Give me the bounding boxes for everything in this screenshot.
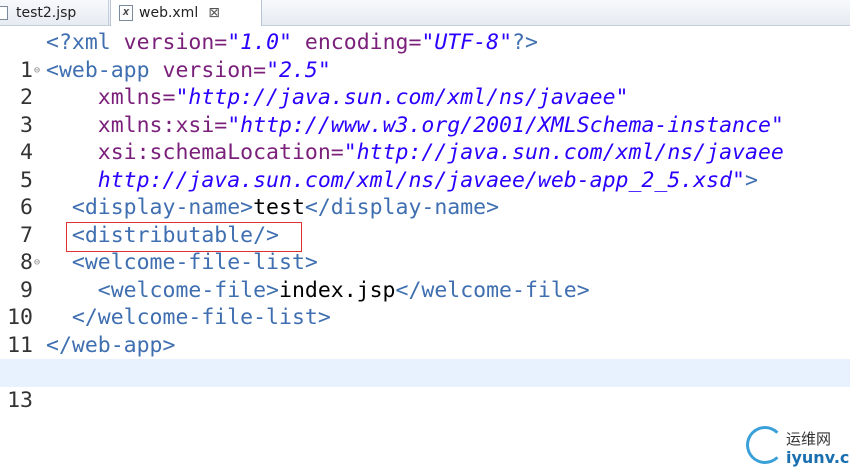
watermark-logo: 运维网 iyunv.com [746, 426, 850, 470]
code-line: 4 xmlns:xsi="http://www.w3.org/2001/XMLS… [0, 112, 850, 166]
attr-name: version= [149, 57, 267, 83]
tag: <welcome-file-list> [71, 250, 318, 275]
tag-close: > [745, 167, 758, 193]
element-text: index.jsp [279, 277, 396, 303]
attr-name: version= [110, 30, 228, 55]
code-line: 8 <distributable/> [0, 222, 850, 276]
element-text: test [253, 195, 305, 220]
code-line: 10 <welcome-file>index.jsp</welcome-file… [0, 277, 850, 331]
code-line: 1 <?xml version="1.0" encoding="UTF-8"?> [0, 29, 850, 83]
pi-close: ?> [512, 30, 538, 55]
tag: <web-app [46, 57, 150, 83]
code-line: 2 ⊖ <web-app version="2.5" [0, 57, 850, 111]
tag: <distributable/> [71, 222, 279, 248]
attr-value: "UTF-8" [421, 30, 513, 55]
code-line: 11 </welcome-file-list> [0, 304, 850, 358]
code-line: 6 http://java.sun.com/xml/ns/javaee/web-… [0, 167, 850, 221]
jsp-file-icon [0, 5, 8, 20]
tab-label: test2.jsp [16, 4, 77, 21]
tab-test2-jsp[interactable]: test2.jsp [0, 0, 109, 25]
fold-collapse-icon[interactable]: ⊖ [34, 57, 40, 85]
tag: </web-app> [46, 332, 176, 358]
code-line: 3 xmlns="http://java.sun.com/xml/ns/java… [0, 84, 850, 138]
tag: <display-name> [71, 195, 254, 220]
fold-collapse-icon[interactable]: ⊖ [34, 249, 40, 277]
logo-swirl-icon [746, 426, 784, 464]
tag: <welcome-file> [97, 277, 279, 303]
editor-tab-bar: test2.jsp X web.xml ⊠ [0, 0, 850, 26]
xml-editor[interactable]: 1 <?xml version="1.0" encoding="UTF-8"?>… [0, 29, 850, 413]
line-number: 13 [7, 387, 33, 413]
watermark-top: 运维网 [786, 430, 832, 448]
attr-value: http://java.sun.com/xml/ns/javaee/web-ap… [97, 167, 745, 193]
tab-web-xml[interactable]: X web.xml ⊠ [110, 0, 262, 26]
attr-name: encoding= [291, 30, 422, 55]
tag: </display-name> [304, 195, 500, 220]
attr-value: "http://java.sun.com/xml/ns/javaee [343, 140, 784, 165]
xml-file-icon: X [119, 5, 133, 21]
attr-value: "http://java.sun.com/xml/ns/javaee" [175, 85, 629, 110]
tag: </welcome-file> [395, 277, 590, 303]
code-line: 12 </web-app> [0, 332, 850, 386]
code-line: 5 xsi:schemaLocation="http://java.sun.co… [0, 139, 850, 193]
tab-label: web.xml [139, 5, 199, 21]
attr-value: "1.0" [227, 30, 292, 55]
watermark-bottom: iyunv.com [786, 448, 850, 467]
pi-open: <?xml [46, 30, 111, 55]
current-line[interactable]: 13 [0, 359, 850, 413]
attr-name: xsi:schemaLocation= [97, 140, 344, 165]
close-icon[interactable]: ⊠ [208, 5, 220, 21]
attr-value: "2.5" [266, 57, 331, 83]
code-line: 7 <display-name>test</display-name> [0, 194, 850, 248]
attr-value: "http://www.w3.org/2001/XMLSchema-instan… [227, 112, 784, 138]
attr-name: xmlns= [97, 85, 176, 110]
tag: </welcome-file-list> [71, 305, 331, 330]
attr-name: xmlns:xsi= [97, 112, 228, 138]
code-line: 9 ⊖ <welcome-file-list> [0, 249, 850, 303]
